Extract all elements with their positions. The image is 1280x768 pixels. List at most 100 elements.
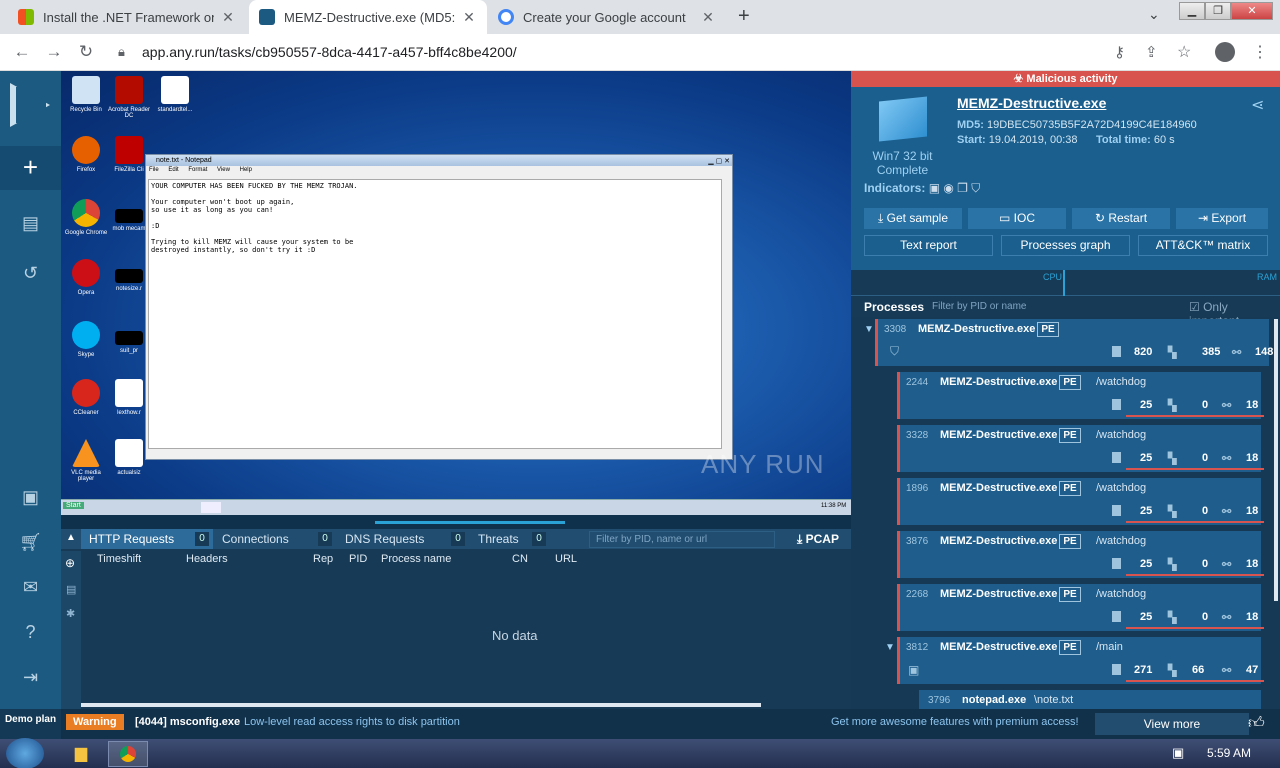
share-icon[interactable]: ⇪ (1145, 43, 1158, 61)
col-process-name[interactable]: Process name (381, 553, 451, 565)
process-row-2268[interactable]: 2268 MEMZ-Destructive.exe PE /watchdog 2… (897, 584, 1264, 631)
vm-start-button[interactable]: Start (63, 502, 84, 509)
reload-button[interactable]: ↻ (70, 42, 102, 62)
share-icon[interactable]: ⋖ (1251, 95, 1264, 115)
thumbs-up-icon[interactable]: 👍︎ (1248, 714, 1265, 733)
expand-chevron-icon[interactable]: ▼ (885, 642, 895, 653)
export-button[interactable]: ⇥ Export (1176, 208, 1268, 229)
profile-avatar[interactable] (1215, 42, 1235, 62)
attack-matrix-button[interactable]: ATT&CK™ matrix (1138, 235, 1268, 256)
tab-google[interactable]: Create your Google account ✕ (488, 0, 726, 34)
tab-dns-requests[interactable]: DNS Requests (337, 529, 467, 549)
horizontal-scrollbar[interactable] (81, 703, 761, 707)
network-filter-input[interactable]: Filter by PID, name or url (589, 531, 775, 548)
close-icon[interactable]: ✕ (700, 9, 716, 26)
col-rep[interactable]: Rep (313, 553, 333, 565)
tab-search-icon[interactable]: ⌄ (1148, 6, 1160, 23)
key-icon[interactable]: ⚷ (1114, 43, 1125, 61)
get-sample-button[interactable]: ⤓ Get sample (864, 208, 962, 229)
explorer-taskbar-icon[interactable]: ▆ (62, 742, 100, 766)
expand-chevron-icon[interactable]: ▼ (864, 324, 874, 335)
url-field[interactable]: app.any.run/tasks/cb950557-8dca-4417-a45… (142, 44, 517, 60)
process-row-3876[interactable]: 3876 MEMZ-Destructive.exe PE /watchdog 2… (897, 531, 1264, 578)
anyrun-logo-icon[interactable] (10, 83, 50, 127)
menu-help[interactable]: Help (240, 167, 252, 173)
new-task-button[interactable]: + (0, 146, 61, 190)
bookmark-star-icon[interactable]: ☆ (1177, 42, 1191, 62)
panel-splitter[interactable] (61, 515, 851, 529)
ioc-button[interactable]: ▭ IOC (968, 208, 1066, 229)
notepad-titlebar[interactable]: note.txt - Notepad ▁ ▢ ✕ (146, 155, 732, 166)
desktop-icon-recycle-bin[interactable]: Recycle Bin (64, 76, 108, 113)
back-button[interactable]: ← (6, 42, 38, 62)
close-icon[interactable]: ✕ (461, 9, 477, 26)
menu-format[interactable]: Format (188, 167, 207, 173)
warning-message[interactable]: Low-level read access rights to disk par… (244, 716, 460, 728)
history-icon[interactable]: ↺ (0, 263, 61, 284)
window-controls[interactable]: ▁ ▢ ✕ (708, 156, 730, 167)
notepad-window[interactable]: note.txt - Notepad ▁ ▢ ✕ File Edit Forma… (145, 154, 733, 460)
chrome-taskbar-button[interactable] (108, 741, 148, 767)
vm-desktop[interactable]: Recycle Bin Acrobat Reader DC standardte… (61, 71, 851, 499)
tab-memz[interactable]: MEMZ-Destructive.exe (MD5: 19 ✕ (249, 0, 487, 34)
reports-icon[interactable]: ▤ (0, 213, 61, 234)
warning-process[interactable]: [4044] msconfig.exe (135, 716, 240, 728)
logout-icon[interactable]: ⇥ (0, 667, 61, 688)
forward-button[interactable]: → (38, 42, 70, 62)
mail-icon[interactable]: ✉ (0, 577, 61, 598)
notepad-text-area[interactable]: YOUR COMPUTER HAS BEEN FUCKED BY THE MEM… (148, 179, 722, 449)
system-clock[interactable]: 5:59 AM (1207, 746, 1251, 760)
cart-icon[interactable]: 🛒︎ (0, 532, 61, 553)
profile-icon[interactable]: ▣ (0, 487, 61, 508)
network-tray-icon[interactable]: ▣ (1172, 745, 1184, 761)
view-more-button[interactable]: View more (1095, 713, 1249, 735)
file-icon[interactable]: ▤ (66, 583, 76, 596)
desktop-icon-skype[interactable]: Skype (64, 321, 108, 358)
process-scrollbar[interactable] (1274, 319, 1278, 601)
lock-icon[interactable]: 🔒︎ (118, 44, 125, 60)
process-filter-input[interactable]: Filter by PID or name (928, 299, 1083, 315)
process-row-3812[interactable]: 3812 MEMZ-Destructive.exe PE /main ▣ 271… (897, 637, 1264, 684)
help-icon[interactable]: ? (0, 622, 61, 643)
col-url[interactable]: URL (555, 553, 577, 565)
new-tab-button[interactable]: + (738, 5, 750, 28)
vm-notepad-task[interactable] (201, 502, 221, 513)
col-timeshift[interactable]: Timeshift (97, 553, 141, 565)
restart-button[interactable]: ↻ Restart (1072, 208, 1170, 229)
windows-start-button[interactable] (6, 738, 44, 768)
process-row-3328[interactable]: 3328 MEMZ-Destructive.exe PE /watchdog 2… (897, 425, 1264, 472)
process-row-3796[interactable]: 3796 notepad.exe \note.txt (919, 690, 1261, 709)
menu-edit[interactable]: Edit (168, 167, 178, 173)
indicator-icons[interactable]: ▣ ◉ ❐ ⛉ (929, 181, 981, 195)
globe-icon[interactable]: ⊕ (65, 556, 75, 570)
md5-value[interactable]: 19DBEC50735B5F2A72D4199C4E184960 (987, 119, 1197, 131)
desktop-icon-vlc[interactable]: VLC media player (64, 439, 108, 482)
process-row-1896[interactable]: 1896 MEMZ-Destructive.exe PE /watchdog 2… (897, 478, 1264, 525)
menu-file[interactable]: File (149, 167, 159, 173)
processes-graph-button[interactable]: Processes graph (1001, 235, 1130, 256)
desktop-icon-chrome[interactable]: Google Chrome (64, 199, 108, 236)
desktop-icon-ccleaner[interactable]: CCleaner (64, 379, 108, 416)
process-row-2244[interactable]: 2244 MEMZ-Destructive.exe PE /watchdog 2… (897, 372, 1264, 419)
collapse-icon[interactable]: ▲ (66, 532, 76, 543)
file-name[interactable]: MEMZ-Destructive.exe (957, 95, 1106, 111)
desktop-icon-firefox[interactable]: Firefox (64, 136, 108, 173)
menu-kebab-icon[interactable]: ⋮ (1252, 42, 1268, 62)
close-window-button[interactable]: ✕ (1231, 2, 1273, 20)
close-icon[interactable]: ✕ (220, 9, 236, 26)
process-row-3308[interactable]: 3308 MEMZ-Destructive.exe PE ⛉ 820 ▚ 385… (875, 319, 1273, 366)
tab-dotnet[interactable]: Install the .NET Framework on W ✕ (8, 0, 246, 34)
bug-icon[interactable]: ✱ (66, 607, 75, 620)
desktop-icon-opera[interactable]: Opera (64, 259, 108, 296)
desktop-icon-acrobat[interactable]: Acrobat Reader DC (107, 76, 151, 119)
col-headers[interactable]: Headers (186, 553, 228, 565)
pcap-download-button[interactable]: ⤓ PCAP (797, 532, 839, 547)
tab-connections[interactable]: Connections (214, 529, 334, 549)
col-pid[interactable]: PID (349, 553, 367, 565)
minimize-button[interactable]: ▁ (1179, 2, 1205, 20)
maximize-button[interactable]: ❐ (1205, 2, 1231, 20)
tab-http-requests[interactable]: HTTP Requests (81, 529, 213, 549)
menu-view[interactable]: View (217, 167, 230, 173)
col-cn[interactable]: CN (512, 553, 528, 565)
text-report-button[interactable]: Text report (864, 235, 993, 256)
